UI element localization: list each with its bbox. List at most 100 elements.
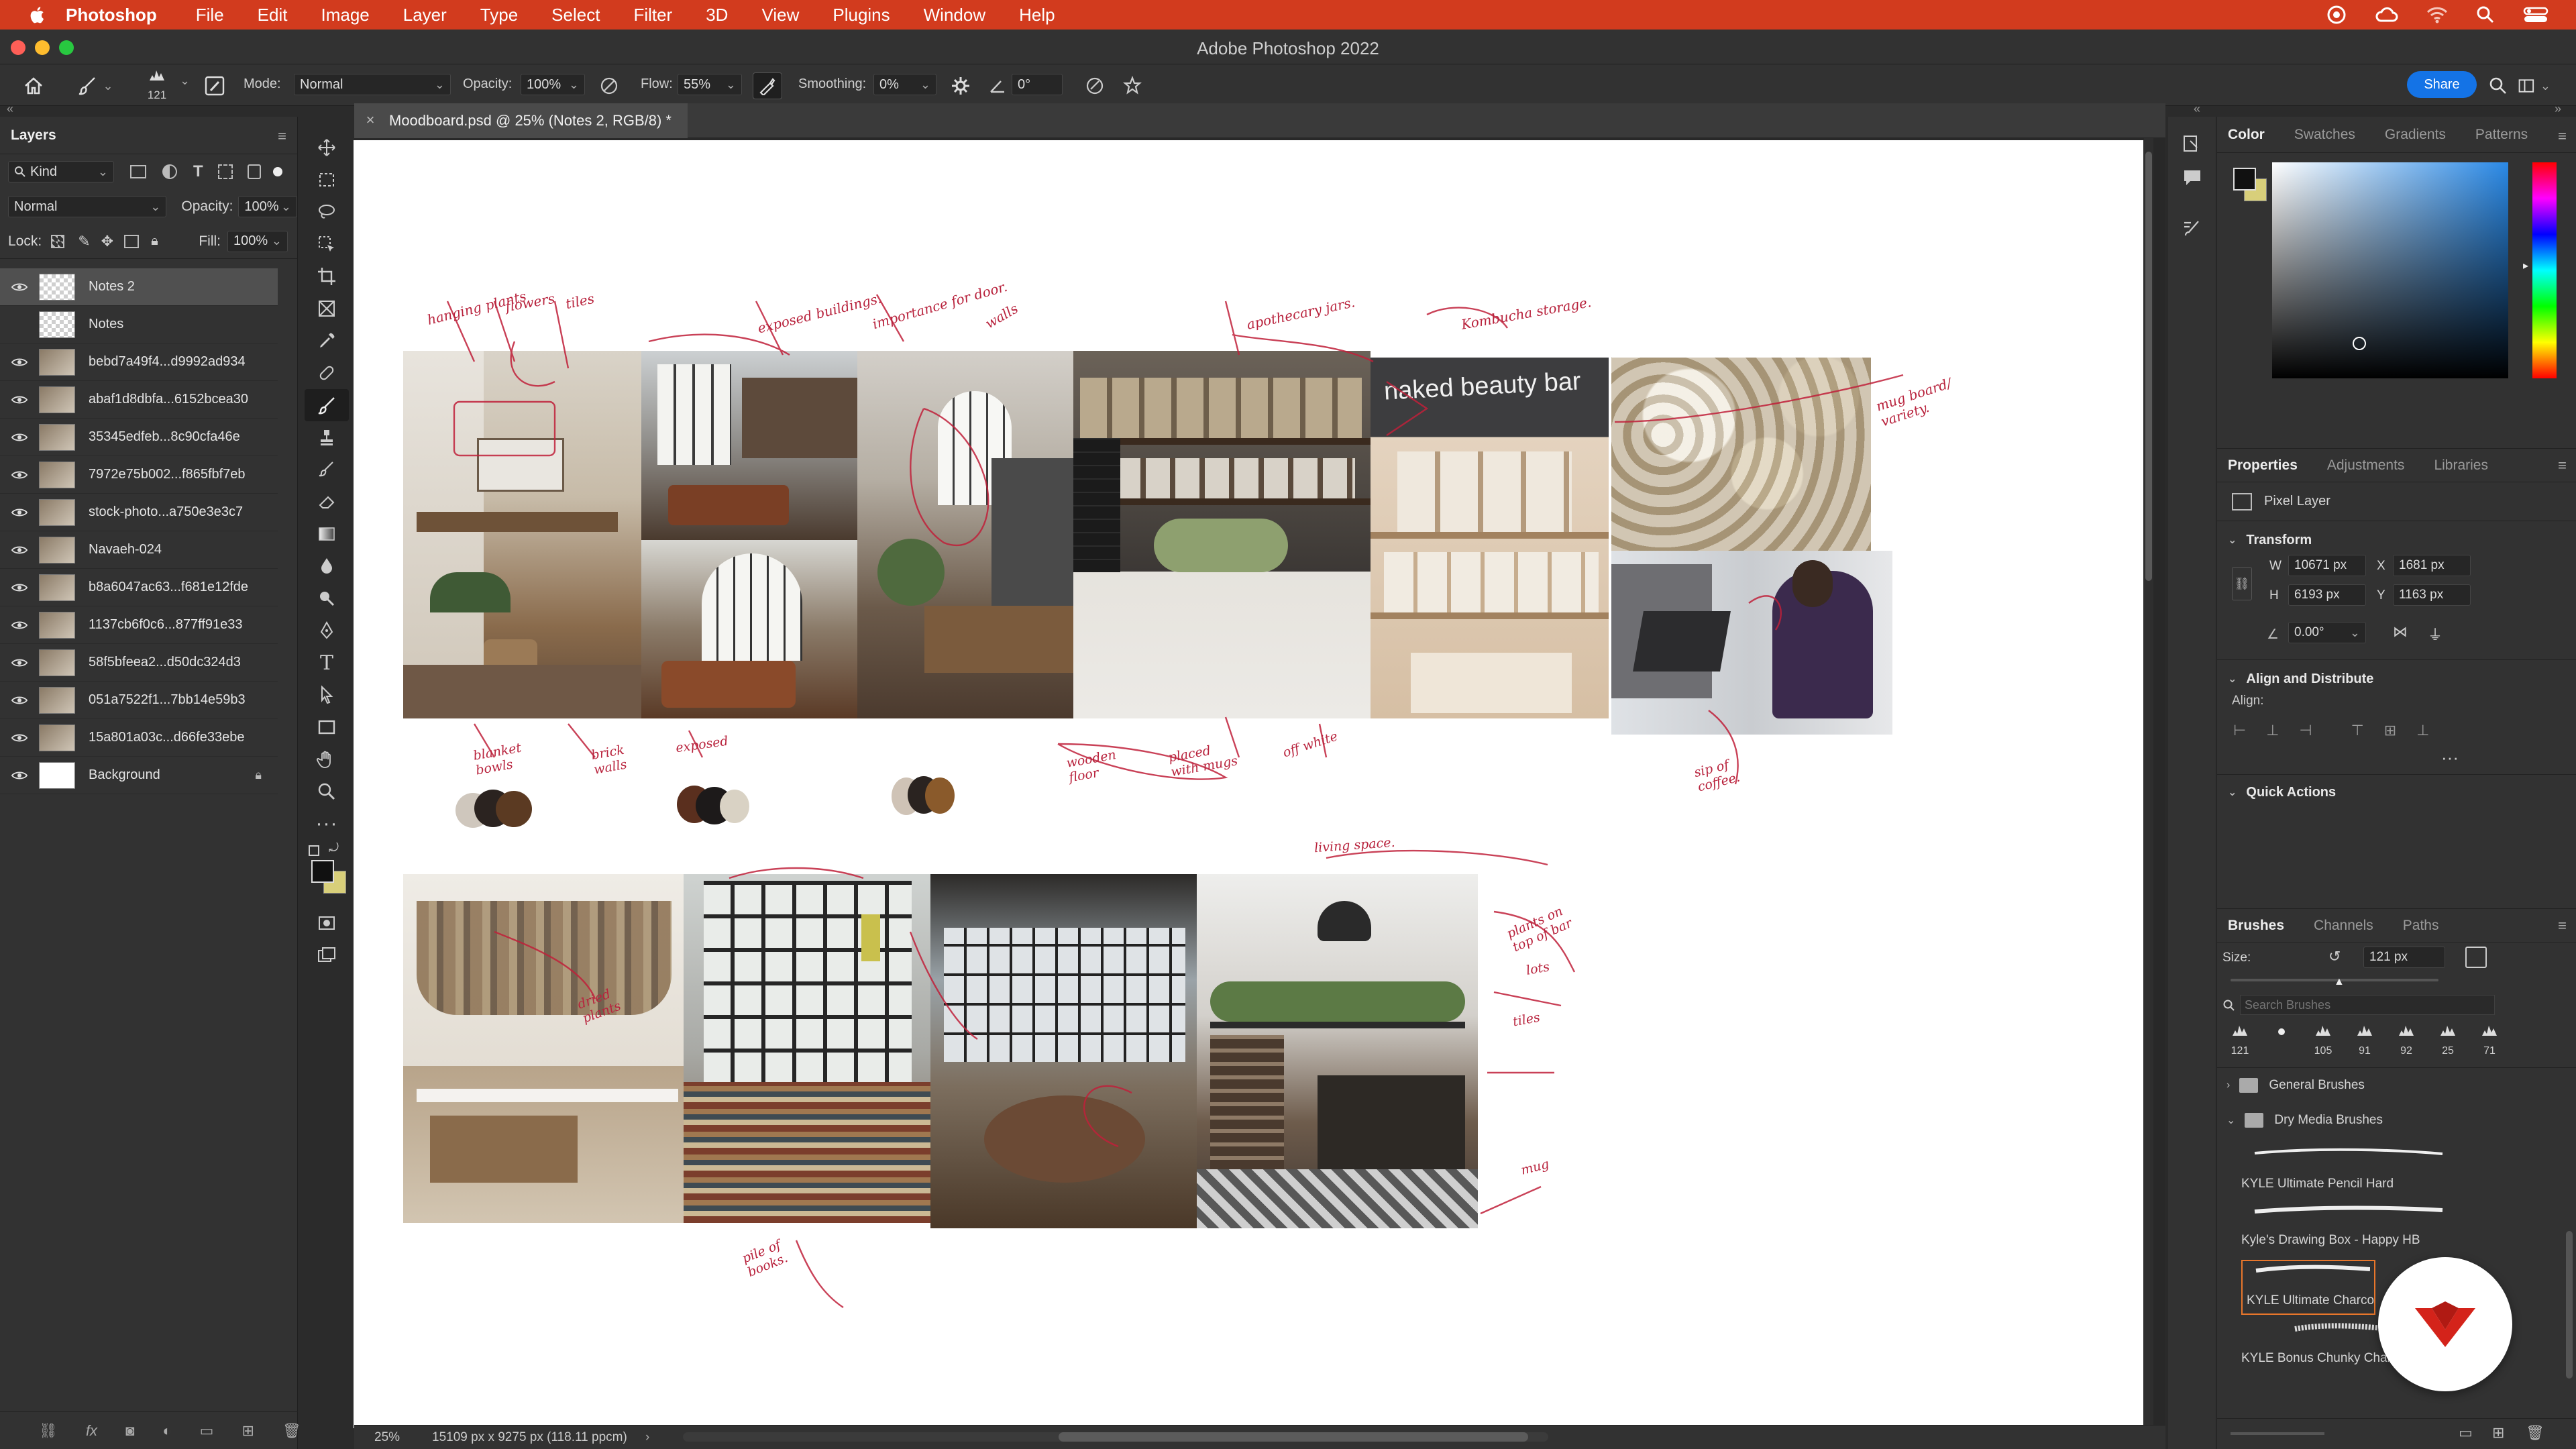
visibility-eye-icon[interactable] <box>0 545 39 555</box>
visibility-eye-icon[interactable] <box>0 620 39 631</box>
filter-toggle-icon[interactable] <box>272 167 282 176</box>
brush-tool-icon[interactable] <box>305 389 349 421</box>
spotlight-icon[interactable] <box>2475 5 2496 25</box>
history-brush-tool-icon[interactable] <box>305 453 349 486</box>
filter-type-icon[interactable]: T <box>193 162 203 181</box>
delete-layer-icon[interactable]: 🗑︎ <box>282 1422 301 1440</box>
hue-slider[interactable] <box>2532 162 2557 378</box>
visibility-eye-icon[interactable] <box>0 282 39 292</box>
tab-paths[interactable]: Paths <box>2403 918 2439 934</box>
control-center-icon[interactable] <box>2522 5 2549 25</box>
align-right-icon[interactable]: ⊣ <box>2299 722 2312 739</box>
layer-opacity-field[interactable]: 100% ⌄ <box>238 196 297 217</box>
lock-artboard-icon[interactable] <box>124 234 140 248</box>
tab-adjustments[interactable]: Adjustments <box>2327 458 2405 474</box>
quick-mask-icon[interactable] <box>305 907 349 939</box>
panel-menu-icon[interactable]: ≡ <box>2558 457 2567 474</box>
brush-group-general[interactable]: › General Brushes <box>2217 1068 2576 1103</box>
apple-logo-icon[interactable] <box>23 5 51 25</box>
menu-file[interactable]: File <box>196 5 224 25</box>
lock-paint-icon[interactable]: ✎ <box>78 233 90 250</box>
marquee-tool-icon[interactable] <box>305 164 349 196</box>
pen-tool-icon[interactable] <box>305 614 349 647</box>
new-brush-icon[interactable]: ⊞ <box>2492 1424 2504 1442</box>
reset-size-icon[interactable]: ↺ <box>2328 948 2341 965</box>
path-selection-tool-icon[interactable] <box>305 679 349 711</box>
visibility-eye-icon[interactable] <box>0 582 39 593</box>
move-tool-icon[interactable] <box>305 131 349 164</box>
new-layer-icon[interactable]: ⊞ <box>241 1422 254 1440</box>
layer-row[interactable]: stock-photo...a750e3e3c7 <box>0 494 278 531</box>
panel-menu-icon[interactable]: ≡ <box>278 127 286 145</box>
quick-actions-header[interactable]: ⌄ Quick Actions <box>2217 777 2576 807</box>
visibility-eye-icon[interactable] <box>0 432 39 443</box>
y-field[interactable]: 1163 px <box>2393 584 2471 606</box>
lasso-tool-icon[interactable] <box>305 196 349 228</box>
tab-brushes[interactable]: Brushes <box>2228 918 2284 934</box>
type-tool-icon[interactable]: T <box>305 647 349 679</box>
tab-patterns[interactable]: Patterns <box>2475 127 2528 143</box>
tab-gradients[interactable]: Gradients <box>2385 127 2446 143</box>
filter-pixel-icon[interactable] <box>130 165 146 178</box>
tab-layers[interactable]: Layers <box>11 127 56 144</box>
brush-size-field[interactable]: 121 px <box>2363 947 2445 968</box>
visibility-eye-icon[interactable] <box>0 695 39 706</box>
eraser-tool-icon[interactable] <box>305 486 349 518</box>
swap-colors-icon[interactable]: ⤾ <box>329 841 339 855</box>
document-tab[interactable]: × Moodboard.psd @ 25% (Notes 2, RGB/8) * <box>354 103 688 138</box>
healing-brush-tool-icon[interactable] <box>305 357 349 389</box>
visibility-eye-icon[interactable] <box>0 470 39 480</box>
workspace-icon[interactable]: ⌄ <box>2518 74 2551 98</box>
x-field[interactable]: 1681 px <box>2393 555 2471 576</box>
horizontal-scrollbar[interactable] <box>683 1432 1548 1442</box>
lock-move-icon[interactable]: ✥ <box>101 233 113 250</box>
frame-tool-icon[interactable] <box>305 292 349 325</box>
pressure-size-icon[interactable] <box>1081 74 1108 98</box>
brushes-scrollbar[interactable] <box>2566 1231 2573 1379</box>
recent-brush[interactable]: 91 <box>2349 1022 2381 1057</box>
opacity-field[interactable]: 100% ⌄ <box>521 74 585 95</box>
zoom-level[interactable]: 25% <box>374 1430 400 1445</box>
vertical-scrollbar[interactable] <box>2144 138 2153 1425</box>
layer-row[interactable]: Background 🔒︎ <box>0 757 278 794</box>
pressure-opacity-icon[interactable] <box>596 74 623 98</box>
layer-row[interactable]: 15a801a03c...d66fe33ebe <box>0 719 278 757</box>
brush-tool-preset-icon[interactable]: ⌄ <box>75 74 115 98</box>
home-icon[interactable] <box>20 74 47 98</box>
layer-filter-select[interactable]: Kind ⌄ <box>8 161 114 182</box>
layer-row[interactable]: 1137cb6f0c6...877ff91e33 <box>0 606 278 644</box>
new-group-icon[interactable]: ▭ <box>200 1422 214 1440</box>
floating-app-badge[interactable] <box>2378 1257 2512 1391</box>
visibility-eye-icon[interactable] <box>0 657 39 668</box>
link-layers-icon[interactable]: ⛓ <box>39 1422 58 1440</box>
more-tools-icon[interactable]: ··· <box>305 808 349 840</box>
filter-shape-icon[interactable] <box>217 164 233 179</box>
recent-brush[interactable]: 105 <box>2307 1022 2339 1057</box>
menu-plugins[interactable]: Plugins <box>833 5 890 25</box>
more-options-icon[interactable]: ··· <box>2217 747 2576 771</box>
menu-type[interactable]: Type <box>480 5 518 25</box>
hand-tool-icon[interactable] <box>305 743 349 775</box>
collapse-mid-icon[interactable]: « <box>2194 102 2200 116</box>
align-left-icon[interactable]: ⊢ <box>2233 722 2246 739</box>
blur-tool-icon[interactable] <box>305 550 349 582</box>
add-mask-icon[interactable]: ◙ <box>125 1422 134 1440</box>
layer-row[interactable]: b8a6047ac63...f681e12fde <box>0 569 278 606</box>
layer-row[interactable]: abaf1d8dbfa...6152bcea30 <box>0 381 278 419</box>
recent-brush[interactable]: 25 <box>2432 1022 2464 1057</box>
creative-cloud-icon[interactable] <box>2325 5 2348 25</box>
menu-photoshop[interactable]: Photoshop <box>66 5 157 25</box>
chevron-down-icon[interactable]: ⌄ <box>180 74 190 88</box>
tab-color[interactable]: Color <box>2228 127 2265 143</box>
new-group-icon[interactable]: ▭ <box>2459 1424 2473 1442</box>
brush-preview-size-slider[interactable] <box>2231 1432 2324 1435</box>
collapse-right-icon[interactable]: » <box>2555 102 2561 116</box>
rotation-field[interactable]: 0.00° ⌄ <box>2288 622 2366 643</box>
brush-size-slider-handle[interactable]: ▲ <box>2334 976 2345 988</box>
gradient-tool-icon[interactable] <box>305 518 349 550</box>
flow-field[interactable]: 55% ⌄ <box>678 74 742 95</box>
foreground-color-chip[interactable] <box>2233 168 2256 191</box>
object-selection-tool-icon[interactable] <box>305 228 349 260</box>
layer-style-icon[interactable]: fx <box>86 1422 97 1440</box>
hue-slider-handle[interactable]: ▸ <box>2523 259 2528 272</box>
